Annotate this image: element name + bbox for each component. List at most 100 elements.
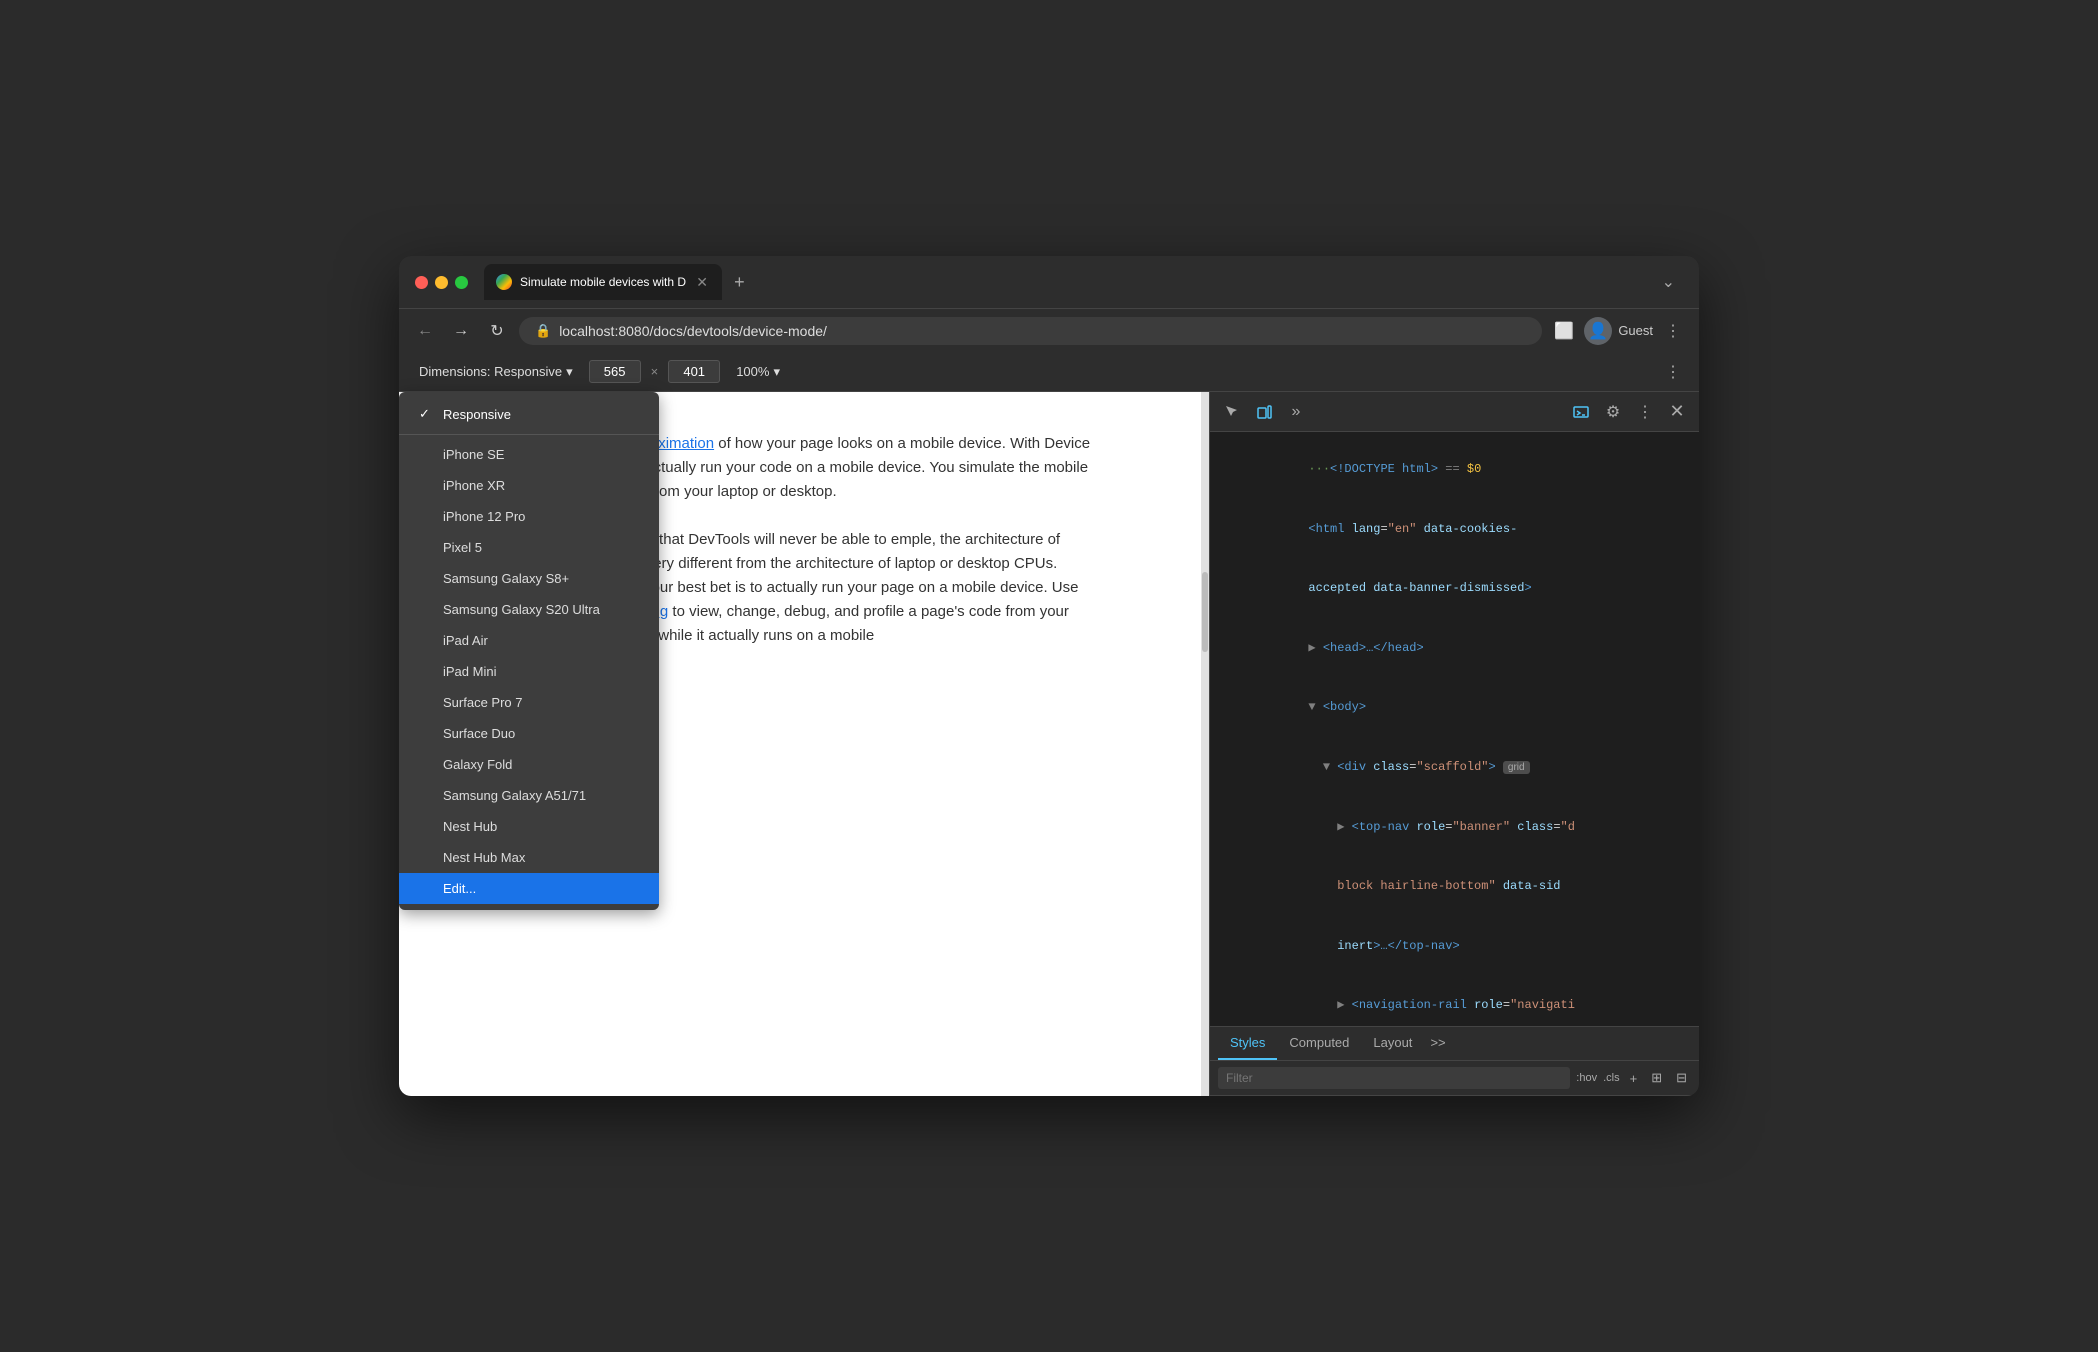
menu-item-iphone-12-pro[interactable]: iPhone 12 Pro	[399, 501, 659, 532]
tab-favicon	[496, 274, 512, 290]
tab-layout[interactable]: Layout	[1361, 1027, 1424, 1060]
html-line: ▼ <div class="scaffold"> grid	[1214, 738, 1695, 798]
menu-item-label: iPad Air	[443, 633, 488, 648]
menu-item-ipad-air[interactable]: iPad Air	[399, 625, 659, 656]
dropdown-arrow-icon: ▾	[566, 364, 573, 380]
device-dropdown-menu: ✓ Responsive iPhone SE iPhone XR iPhone …	[399, 392, 659, 910]
menu-item-label: Nest Hub	[443, 819, 497, 834]
menu-item-responsive[interactable]: ✓ Responsive	[399, 398, 659, 430]
menu-item-samsung-s8[interactable]: Samsung Galaxy S8+	[399, 563, 659, 594]
html-panel[interactable]: ···<!DOCTYPE html> == $0 <html lang="en"…	[1210, 432, 1699, 1026]
minimize-button[interactable]	[435, 276, 448, 289]
menu-item-samsung-s20[interactable]: Samsung Galaxy S20 Ultra	[399, 594, 659, 625]
menu-item-label: Galaxy Fold	[443, 757, 512, 772]
scrollbar[interactable]	[1201, 392, 1209, 1096]
grid-badge: grid	[1503, 761, 1530, 774]
maximize-button[interactable]	[455, 276, 468, 289]
menu-item-label: iPhone SE	[443, 447, 504, 462]
device-mode-button[interactable]	[1250, 398, 1278, 426]
forward-button[interactable]: →	[447, 317, 475, 345]
settings-button[interactable]: ⚙	[1599, 398, 1627, 426]
lock-icon: 🔒	[535, 323, 551, 339]
html-line: <html lang="en" data-cookies-	[1214, 500, 1695, 560]
menu-item-iphone-se[interactable]: iPhone SE	[399, 439, 659, 470]
menu-item-label: Surface Duo	[443, 726, 515, 741]
menu-item-label: Samsung Galaxy A51/71	[443, 788, 586, 803]
more-button[interactable]: ⋮	[1631, 398, 1659, 426]
menu-item-label: iPhone XR	[443, 478, 505, 493]
html-line: block hairline-bottom" data-sid	[1214, 857, 1695, 917]
checkmark-icon: ✓	[419, 406, 435, 422]
new-tab-button[interactable]: +	[726, 268, 753, 297]
close-button[interactable]	[415, 276, 428, 289]
zoom-selector[interactable]: 100% ▾	[728, 360, 788, 384]
html-line: ···<!DOCTYPE html> == $0	[1214, 440, 1695, 500]
tab-computed[interactable]: Computed	[1277, 1027, 1361, 1060]
title-bar: Simulate mobile devices with D ✕ + ⌄	[399, 256, 1699, 308]
tab-title: Simulate mobile devices with D	[520, 275, 686, 289]
refresh-button[interactable]: ↻	[483, 317, 511, 345]
zoom-level: 100%	[736, 364, 769, 379]
guest-label[interactable]: Guest	[1618, 323, 1653, 338]
cast-button[interactable]: ⬜	[1550, 317, 1578, 345]
profile-button[interactable]: 👤	[1584, 317, 1612, 345]
profile-icon: 👤	[1588, 321, 1608, 341]
devtools-toolbar: Dimensions: Responsive ▾ × 100% ▾ ⋮ ✓ Re…	[399, 352, 1699, 392]
dimension-separator: ×	[651, 364, 659, 379]
console-button[interactable]	[1567, 398, 1595, 426]
html-line: ▶ <navigation-rail role="navigati	[1214, 976, 1695, 1026]
close-devtools-button[interactable]: ✕	[1663, 398, 1691, 426]
back-button[interactable]: ←	[411, 317, 439, 345]
more-options-button[interactable]: ⋮	[1659, 358, 1687, 386]
menu-button[interactable]: ⋮	[1659, 317, 1687, 345]
menu-item-surface-duo[interactable]: Surface Duo	[399, 718, 659, 749]
tab-bar: Simulate mobile devices with D ✕ +	[484, 264, 1646, 300]
menu-item-ipad-mini[interactable]: iPad Mini	[399, 656, 659, 687]
menu-item-nest-hub[interactable]: Nest Hub	[399, 811, 659, 842]
scrollbar-thumb	[1202, 572, 1208, 652]
address-input[interactable]: 🔒 localhost:8080/docs/devtools/device-mo…	[519, 317, 1542, 345]
tab-styles[interactable]: Styles	[1218, 1027, 1277, 1060]
more-tabs-button[interactable]: >>	[1424, 1027, 1451, 1060]
active-tab[interactable]: Simulate mobile devices with D ✕	[484, 264, 722, 300]
cls-filter-button[interactable]: .cls	[1603, 1072, 1620, 1084]
html-line: ▼ <body>	[1214, 678, 1695, 738]
html-line: accepted data-banner-dismissed>	[1214, 559, 1695, 619]
pseudo-filter-button[interactable]: :hov	[1576, 1072, 1597, 1084]
menu-item-iphone-xr[interactable]: iPhone XR	[399, 470, 659, 501]
tab-close-button[interactable]: ✕	[694, 274, 710, 290]
menu-item-surface-pro[interactable]: Surface Pro 7	[399, 687, 659, 718]
devtools-header: » ⚙ ⋮ ✕	[1210, 392, 1699, 432]
filter-bar: :hov .cls + ⊞ ⊟	[1210, 1061, 1699, 1096]
menu-item-nest-hub-max[interactable]: Nest Hub Max	[399, 842, 659, 873]
zoom-dropdown-arrow-icon: ▾	[773, 364, 780, 380]
element-picker-button[interactable]	[1218, 398, 1246, 426]
menu-item-label: Surface Pro 7	[443, 695, 523, 710]
menu-item-edit[interactable]: Edit...	[399, 873, 659, 904]
menu-item-galaxy-fold[interactable]: Galaxy Fold	[399, 749, 659, 780]
browser-window: Simulate mobile devices with D ✕ + ⌄ ← →…	[399, 256, 1699, 1096]
menu-item-label: Responsive	[443, 407, 511, 422]
width-input[interactable]	[589, 360, 641, 383]
height-input[interactable]	[668, 360, 720, 383]
dimensions-selector[interactable]: Dimensions: Responsive ▾	[411, 360, 581, 384]
window-menu-button[interactable]: ⌄	[1654, 268, 1683, 296]
filter-option-1[interactable]: ⊞	[1647, 1068, 1666, 1088]
menu-item-label: iPhone 12 Pro	[443, 509, 525, 524]
filter-input[interactable]	[1218, 1067, 1570, 1089]
menu-item-label: Edit...	[443, 881, 476, 896]
menu-separator	[399, 434, 659, 435]
menu-item-label: iPad Mini	[443, 664, 496, 679]
styles-area: Styles Computed Layout >> :hov .cls + ⊞ …	[1210, 1026, 1699, 1096]
url-text: localhost:8080/docs/devtools/device-mode…	[559, 323, 1526, 339]
menu-item-pixel-5[interactable]: Pixel 5	[399, 532, 659, 563]
add-filter-button[interactable]: +	[1626, 1069, 1642, 1088]
styles-tabs: Styles Computed Layout >>	[1210, 1027, 1699, 1061]
traffic-lights	[415, 276, 468, 289]
nav-end-buttons: ⬜ 👤 Guest ⋮	[1550, 317, 1687, 345]
more-panels-button[interactable]: »	[1282, 398, 1310, 426]
filter-option-2[interactable]: ⊟	[1672, 1068, 1691, 1088]
menu-item-samsung-a51[interactable]: Samsung Galaxy A51/71	[399, 780, 659, 811]
main-area: Dimensions: Responsive ▾ × 100% ▾ ⋮ ✓ Re…	[399, 352, 1699, 1096]
devtools-panel: » ⚙ ⋮ ✕ ···<!DOCTYPE html> == $0 <html	[1209, 392, 1699, 1096]
